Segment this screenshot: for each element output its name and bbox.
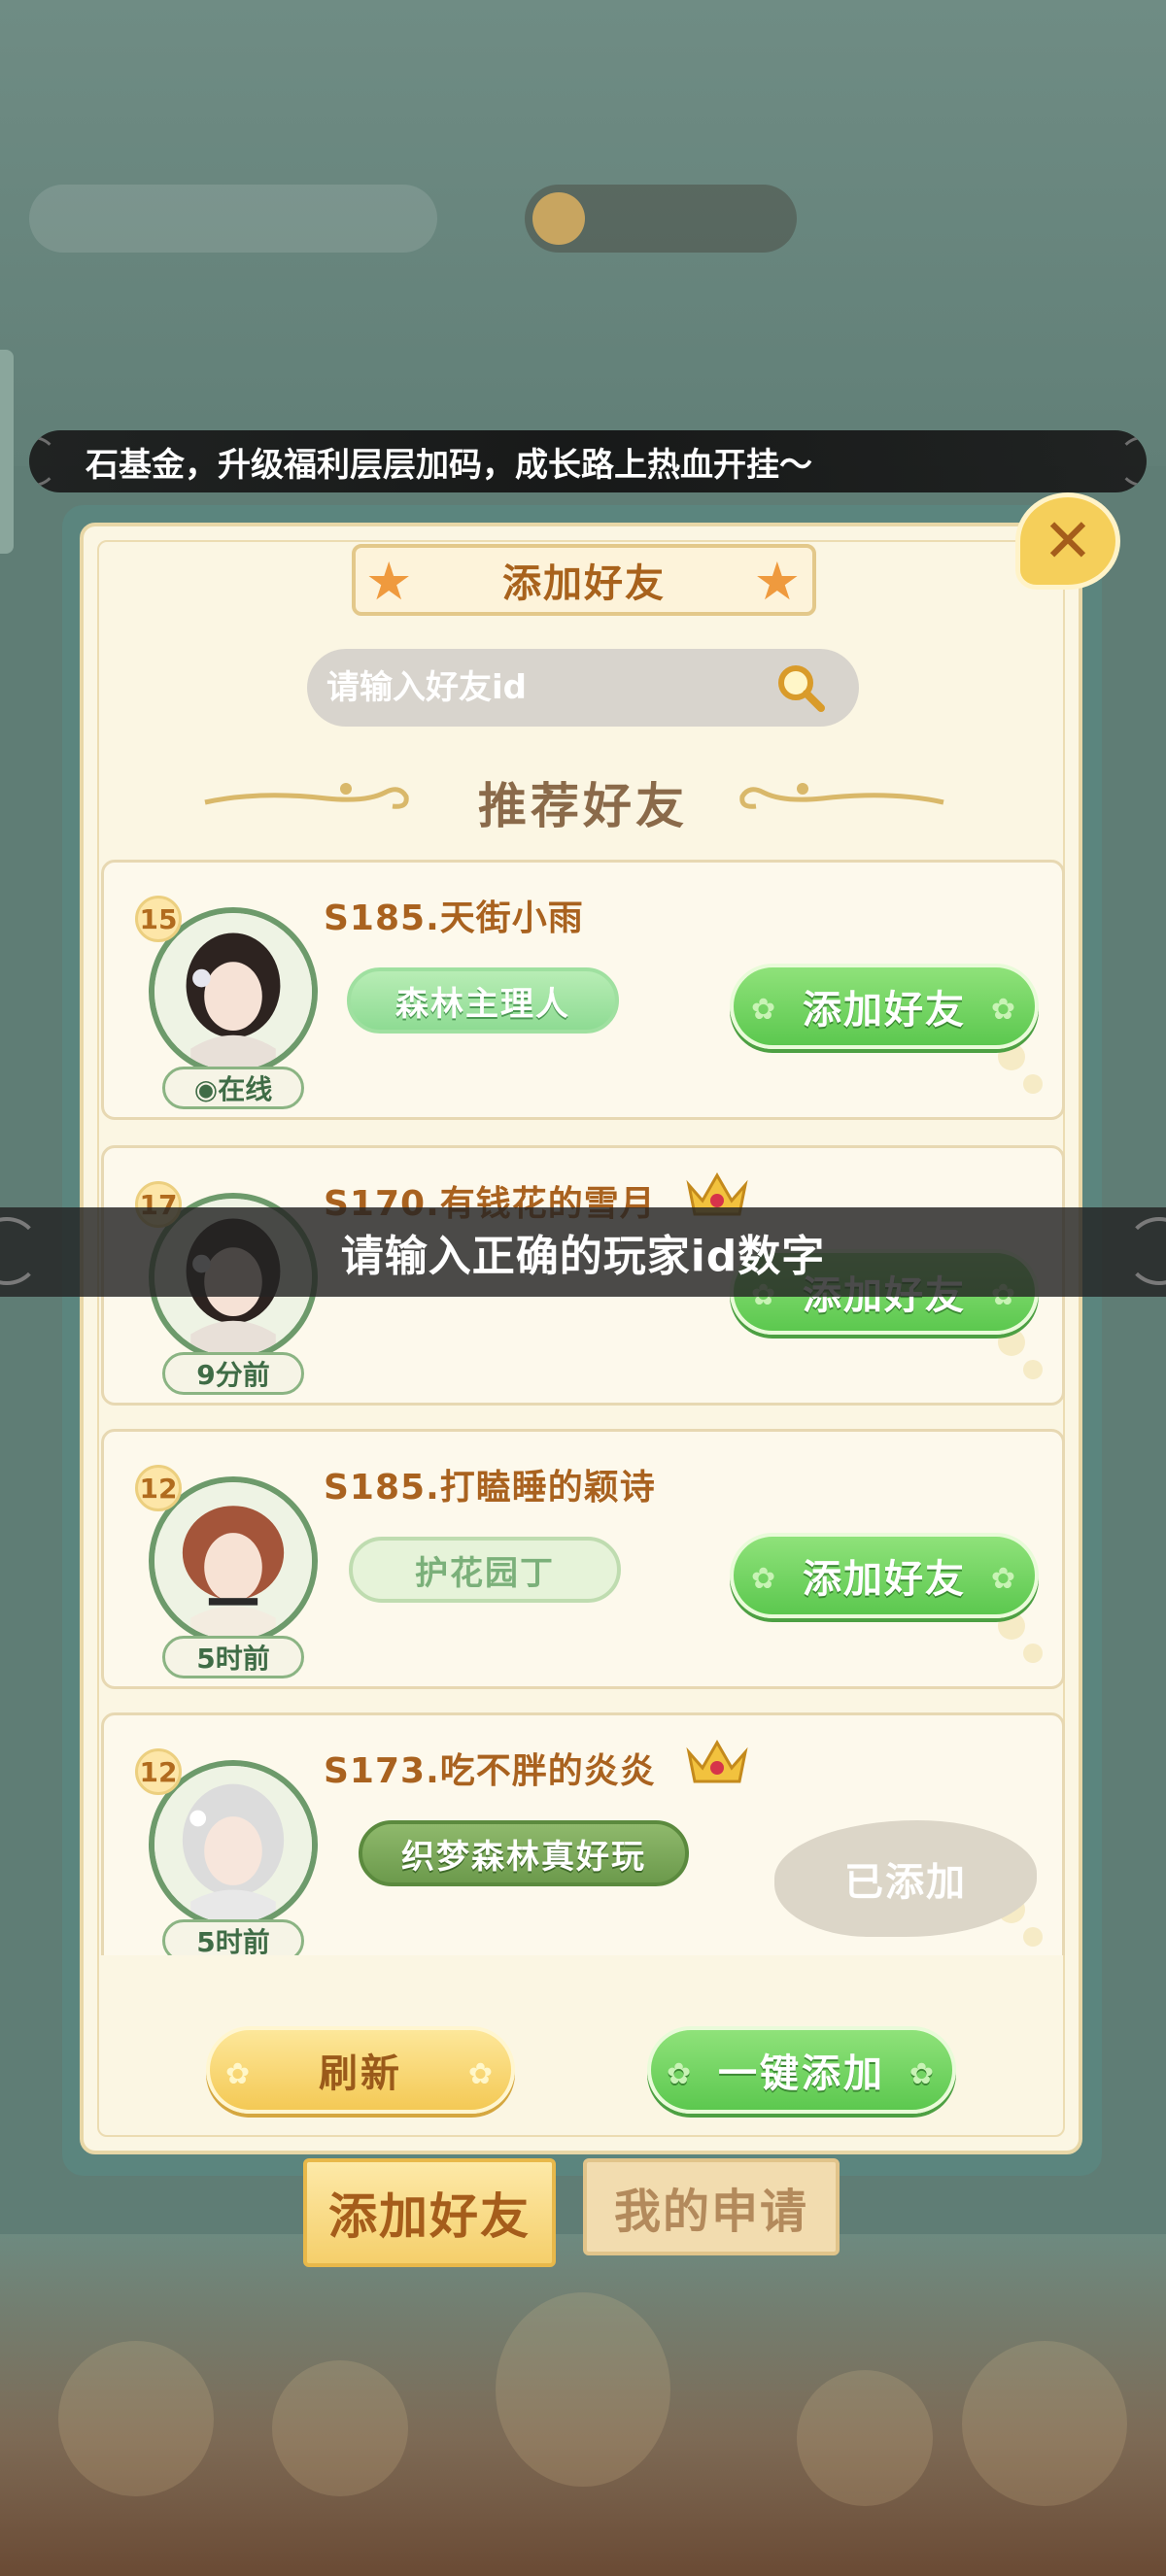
ornament-right [739, 783, 944, 809]
tab-add-friend[interactable]: 添加好友 [303, 2158, 556, 2267]
swirl-ornament-right [1117, 436, 1147, 487]
background-blurred-widget [29, 185, 437, 253]
recommended-friends-title: 推荐好友 [478, 778, 688, 834]
add-friend-button[interactable]: ✿ 添加好友 ✿ [730, 964, 1039, 1049]
close-button[interactable]: ✕ [1015, 492, 1120, 590]
player-title-tag: 织梦森林真好玩 [359, 1820, 689, 1886]
last-online-status: 9分前 [162, 1352, 304, 1395]
player-title-tag: 护花园丁 [349, 1537, 621, 1603]
player-title-tag: 森林主理人 [347, 967, 619, 1034]
list-item: 12 5时前 S185.打瞌睡的颖诗 护花园丁 ✿ 添加好友 ✿ [101, 1429, 1065, 1689]
list-item: 12 5时前 S173.吃不胖的炎炎 织梦森林真好玩 已添加 [101, 1712, 1065, 1955]
background-blurred-currency [525, 185, 797, 253]
error-toast: 请输入正确的玩家id数字 [0, 1207, 1166, 1297]
crown-icon [686, 1739, 748, 1783]
player-name: S173.吃不胖的炎炎 [324, 1751, 656, 1791]
level-badge: 12 [135, 1465, 182, 1511]
tab-my-requests[interactable]: 我的申请 [583, 2158, 840, 2255]
player-name: S185.打瞌睡的颖诗 [324, 1468, 656, 1508]
friend-list[interactable]: 15 ◉在线 S185.天街小雨 森林主理人 ✿ 添加好友 ✿ 17 9分前 S… [101, 860, 1065, 1955]
dialog-title-banner: ★ 添加好友 ★ [352, 544, 816, 616]
search-bar [307, 649, 859, 727]
level-badge: 15 [135, 896, 182, 942]
close-icon: ✕ [1043, 505, 1093, 576]
last-online-status: 5时前 [162, 1636, 304, 1678]
background-bottom [0, 2234, 1166, 2576]
marquee-text: 石基金，升级福利层层加码，成长路上热血开挂～ [86, 445, 812, 485]
side-edge-tab [0, 350, 14, 554]
already-added-label: 已添加 [774, 1820, 1037, 1937]
dialog-title: 添加好友 [502, 561, 666, 606]
swirl-ornament-right [1125, 1217, 1166, 1285]
friend-id-input[interactable] [326, 659, 754, 717]
level-badge: 12 [135, 1748, 182, 1795]
add-friend-button[interactable]: ✿ 添加好友 ✿ [730, 1533, 1039, 1618]
toast-text: 请输入正确的玩家id数字 [340, 1232, 826, 1281]
search-icon[interactable] [773, 661, 828, 715]
list-item: 15 ◉在线 S185.天街小雨 森林主理人 ✿ 添加好友 ✿ [101, 860, 1065, 1120]
swirl-ornament-left [29, 436, 58, 487]
refresh-button[interactable]: ✿ 刷新 ✿ [206, 2026, 515, 2114]
online-status: ◉在线 [162, 1067, 304, 1109]
player-name: S185.天街小雨 [324, 898, 584, 938]
star-icon: ★ [365, 551, 415, 612]
add-all-button[interactable]: ✿ 一键添加 ✿ [647, 2026, 956, 2114]
swirl-ornament-left [0, 1217, 41, 1285]
announcement-marquee: 石基金，升级福利层层加码，成长路上热血开挂～ [29, 430, 1147, 492]
last-online-status: 5时前 [162, 1919, 304, 1955]
star-icon: ★ [753, 551, 803, 612]
